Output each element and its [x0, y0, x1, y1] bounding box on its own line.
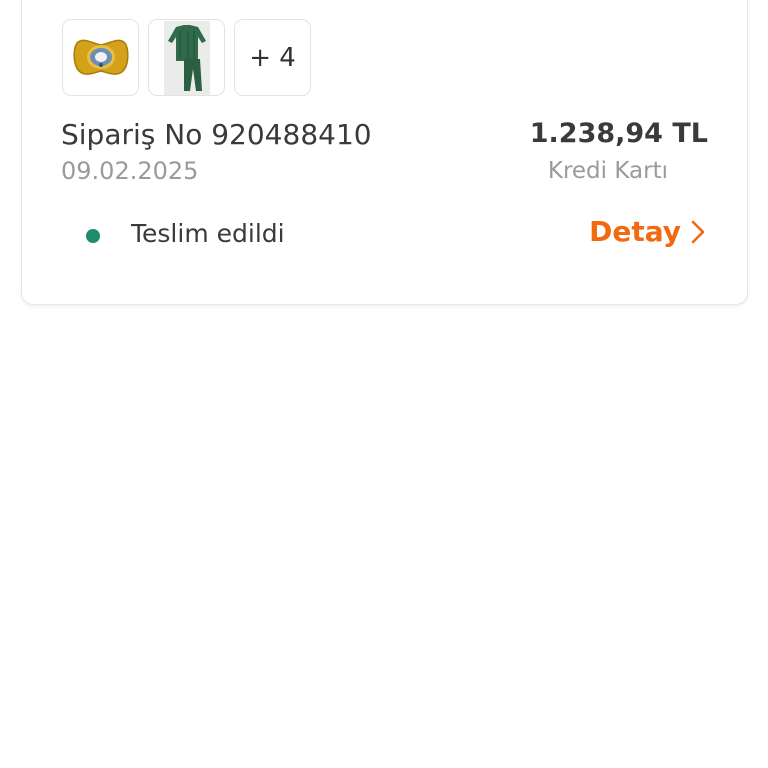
order-card[interactable]: + 4 Sipariş No 920488410 09.02.2025 1.23…: [21, 0, 748, 305]
pacifier-icon: [73, 39, 128, 75]
chevron-right-icon: [691, 220, 705, 243]
payment-method: Kredi Kartı: [547, 158, 668, 184]
more-products-count: + 4: [249, 42, 296, 73]
order-status: Teslim edildi: [131, 219, 285, 248]
more-products-badge[interactable]: + 4: [234, 19, 311, 96]
status-dot-icon: [86, 229, 100, 243]
order-date: 09.02.2025: [61, 157, 199, 185]
green-pajama-set-icon: [163, 20, 210, 95]
order-amount: 1.238,94 TL: [529, 118, 708, 149]
detail-link-label: Detay: [589, 215, 681, 248]
order-number: Sipariş No 920488410: [61, 118, 372, 151]
product-thumbnail-pacifier[interactable]: [62, 19, 139, 96]
product-thumbnails: + 4: [62, 19, 311, 96]
detail-link[interactable]: Detay: [589, 215, 705, 248]
product-thumbnail-pajama[interactable]: [148, 19, 225, 96]
